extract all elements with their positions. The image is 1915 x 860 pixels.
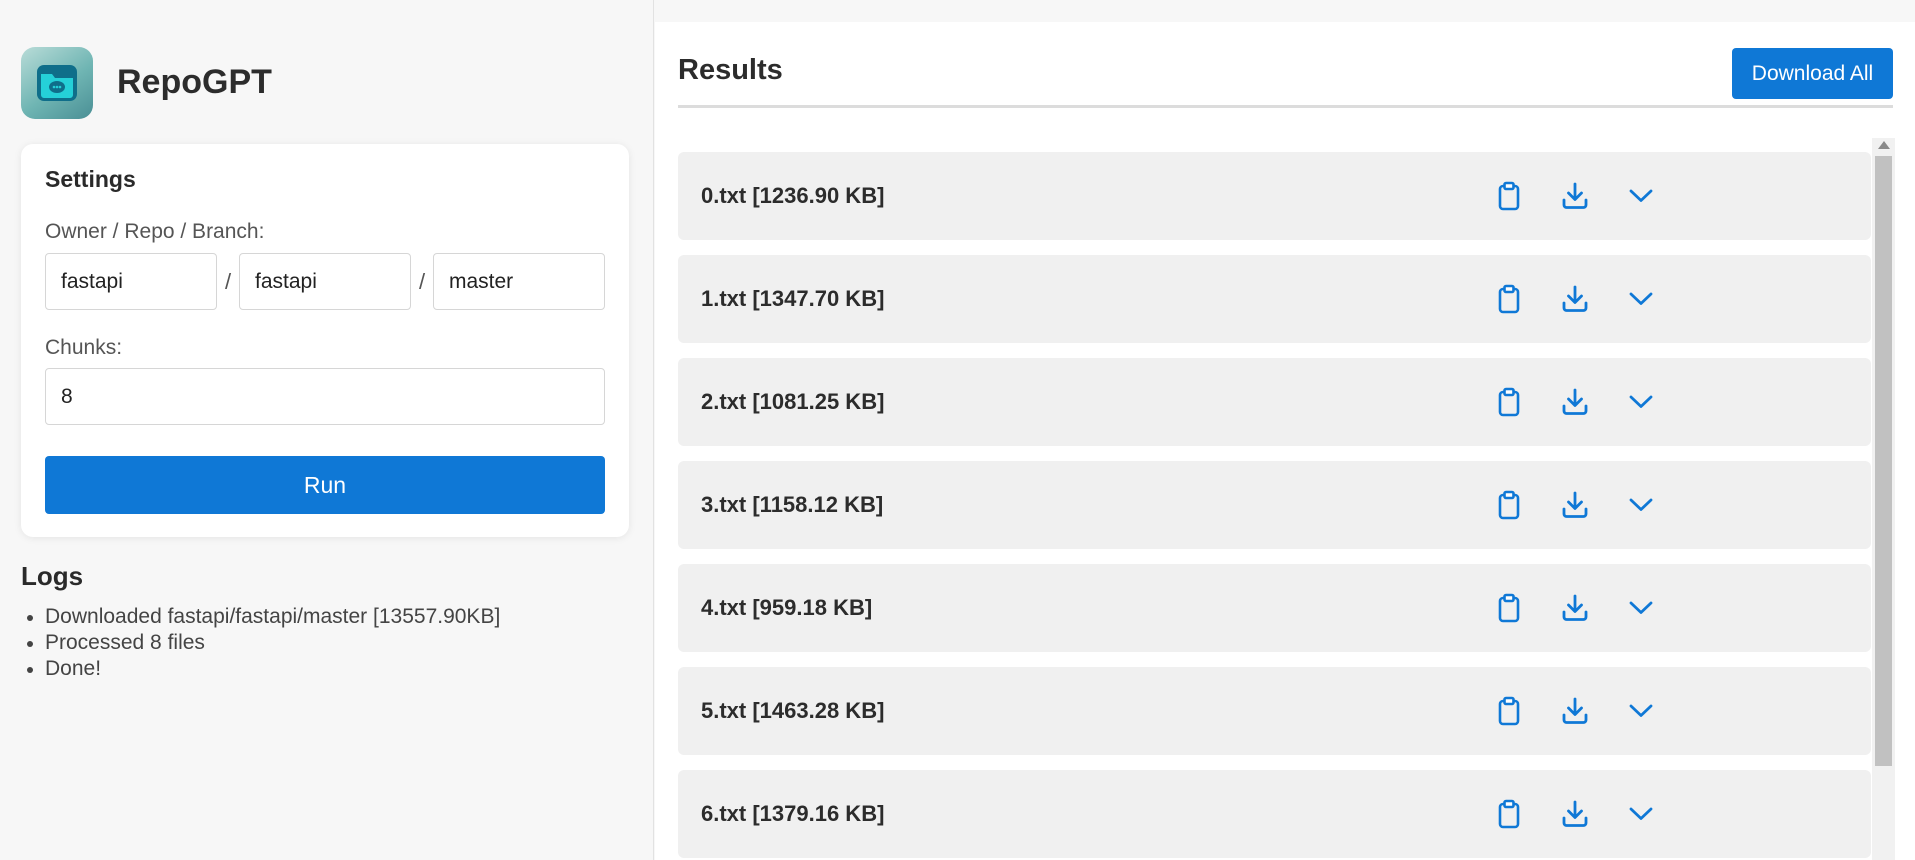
download-icon — [1562, 594, 1588, 621]
download-button[interactable] — [1555, 485, 1595, 525]
expand-button[interactable] — [1621, 485, 1661, 525]
clipboard-icon — [1498, 387, 1520, 417]
download-icon — [1562, 388, 1588, 415]
copy-button[interactable] — [1489, 794, 1529, 834]
clipboard-icon — [1498, 799, 1520, 829]
results-divider — [678, 105, 1893, 108]
app-logo — [21, 47, 93, 119]
sidebar-panel: RepoGPT Settings Owner / Repo / Branch: … — [0, 0, 654, 860]
copy-button[interactable] — [1489, 485, 1529, 525]
result-item: 0.txt [1236.90 KB] — [678, 152, 1871, 240]
results-title: Results — [678, 54, 783, 86]
results-list: 0.txt [1236.90 KB] 1.txt [1347.70 KB] 2.… — [678, 152, 1871, 860]
expand-button[interactable] — [1621, 588, 1661, 628]
repo-field-label: Owner / Repo / Branch: — [45, 220, 265, 243]
chevron-down-icon — [1629, 807, 1653, 820]
result-item-name: 2.txt [1081.25 KB] — [701, 389, 885, 414]
download-button[interactable] — [1555, 691, 1595, 731]
log-item: Downloaded fastapi/fastapi/master [13557… — [21, 604, 631, 630]
chunks-input[interactable] — [45, 368, 605, 425]
settings-title: Settings — [45, 166, 136, 192]
log-item: Processed 8 files — [21, 630, 631, 656]
copy-button[interactable] — [1489, 176, 1529, 216]
result-item: 1.txt [1347.70 KB] — [678, 255, 1871, 343]
download-button[interactable] — [1555, 176, 1595, 216]
logs-list: Downloaded fastapi/fastapi/master [13557… — [21, 604, 631, 682]
result-item: 2.txt [1081.25 KB] — [678, 358, 1871, 446]
result-item: 3.txt [1158.12 KB] — [678, 461, 1871, 549]
logs-title: Logs — [21, 561, 84, 591]
scroll-up-arrow[interactable] — [1878, 141, 1890, 149]
result-item: 4.txt [959.18 KB] — [678, 564, 1871, 652]
chunks-field-label: Chunks: — [45, 336, 123, 359]
chevron-down-icon — [1629, 704, 1653, 717]
repo-branch-separator: / — [419, 269, 426, 294]
download-all-button[interactable]: Download All — [1732, 48, 1893, 99]
expand-button[interactable] — [1621, 691, 1661, 731]
result-item-name: 4.txt [959.18 KB] — [701, 595, 873, 620]
copy-button[interactable] — [1489, 382, 1529, 422]
chevron-down-icon — [1629, 601, 1653, 614]
app-title: RepoGPT — [117, 63, 272, 101]
clipboard-icon — [1498, 181, 1520, 211]
branch-input[interactable] — [433, 253, 605, 310]
owner-input[interactable] — [45, 253, 217, 310]
result-item-name: 0.txt [1236.90 KB] — [701, 183, 885, 208]
expand-button[interactable] — [1621, 279, 1661, 319]
result-item-name: 1.txt [1347.70 KB] — [701, 286, 885, 311]
result-item-name: 3.txt [1158.12 KB] — [701, 492, 884, 517]
run-button[interactable]: Run — [45, 456, 605, 514]
scroll-thumb[interactable] — [1875, 156, 1892, 766]
repo-input[interactable] — [239, 253, 411, 310]
results-panel: Results Download All 0.txt [1236.90 KB] … — [655, 22, 1915, 860]
download-button[interactable] — [1555, 588, 1595, 628]
download-icon — [1562, 697, 1588, 724]
chevron-down-icon — [1629, 292, 1653, 305]
copy-button[interactable] — [1489, 588, 1529, 628]
download-icon — [1562, 491, 1588, 518]
copy-button[interactable] — [1489, 691, 1529, 731]
result-item: 6.txt [1379.16 KB] — [678, 770, 1871, 858]
result-item-name: 6.txt [1379.16 KB] — [701, 801, 885, 826]
clipboard-icon — [1498, 490, 1520, 520]
download-button[interactable] — [1555, 794, 1595, 834]
clipboard-icon — [1498, 696, 1520, 726]
clipboard-icon — [1498, 284, 1520, 314]
clipboard-icon — [1498, 593, 1520, 623]
download-button[interactable] — [1555, 279, 1595, 319]
results-scrollbar[interactable] — [1872, 138, 1895, 860]
download-icon — [1562, 182, 1588, 209]
chevron-down-icon — [1629, 395, 1653, 408]
result-item: 5.txt [1463.28 KB] — [678, 667, 1871, 755]
expand-button[interactable] — [1621, 382, 1661, 422]
copy-button[interactable] — [1489, 279, 1529, 319]
download-icon — [1562, 285, 1588, 312]
expand-button[interactable] — [1621, 794, 1661, 834]
owner-repo-separator: / — [225, 269, 232, 294]
settings-card: Settings Owner / Repo / Branch: / / Chun… — [21, 144, 629, 537]
chevron-down-icon — [1629, 498, 1653, 511]
download-icon — [1562, 800, 1588, 827]
result-item-name: 5.txt [1463.28 KB] — [701, 698, 885, 723]
expand-button[interactable] — [1621, 176, 1661, 216]
chevron-down-icon — [1629, 189, 1653, 202]
log-item: Done! — [21, 656, 631, 682]
download-button[interactable] — [1555, 382, 1595, 422]
folder-chat-icon — [37, 65, 77, 101]
